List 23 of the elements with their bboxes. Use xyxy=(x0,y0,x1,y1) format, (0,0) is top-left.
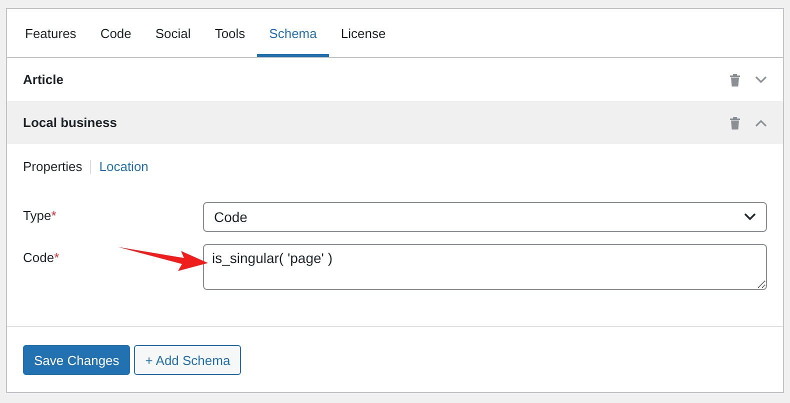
section-header[interactable]: Local business xyxy=(7,101,783,144)
chevron-down-icon[interactable] xyxy=(755,76,767,84)
add-button[interactable]: + Add Schema xyxy=(134,345,242,375)
trash-icon[interactable] xyxy=(729,72,741,86)
trash-icon[interactable] xyxy=(729,116,741,130)
tab[interactable]: License xyxy=(328,9,398,57)
save-button[interactable]: Save Changes xyxy=(23,345,130,375)
field-label: Code xyxy=(23,250,54,265)
section-title: Article xyxy=(23,72,64,87)
subtab-link[interactable]: Location xyxy=(99,159,148,174)
chevron-up-icon[interactable] xyxy=(755,118,767,126)
tab[interactable]: Tools xyxy=(202,9,258,57)
caret-icon xyxy=(744,213,756,221)
tab[interactable]: Social xyxy=(143,9,203,57)
tab[interactable]: Features xyxy=(13,9,88,57)
subtab-link[interactable]: Properties xyxy=(23,159,82,174)
required-mark: * xyxy=(54,250,60,265)
tab[interactable]: Code xyxy=(88,9,144,57)
section-title: Local business xyxy=(23,115,118,130)
type-select[interactable]: Code xyxy=(203,202,767,232)
code-field[interactable]: is_singular( 'page' ) xyxy=(203,244,767,290)
field-label: Type xyxy=(23,208,52,223)
required-mark: * xyxy=(51,208,56,223)
